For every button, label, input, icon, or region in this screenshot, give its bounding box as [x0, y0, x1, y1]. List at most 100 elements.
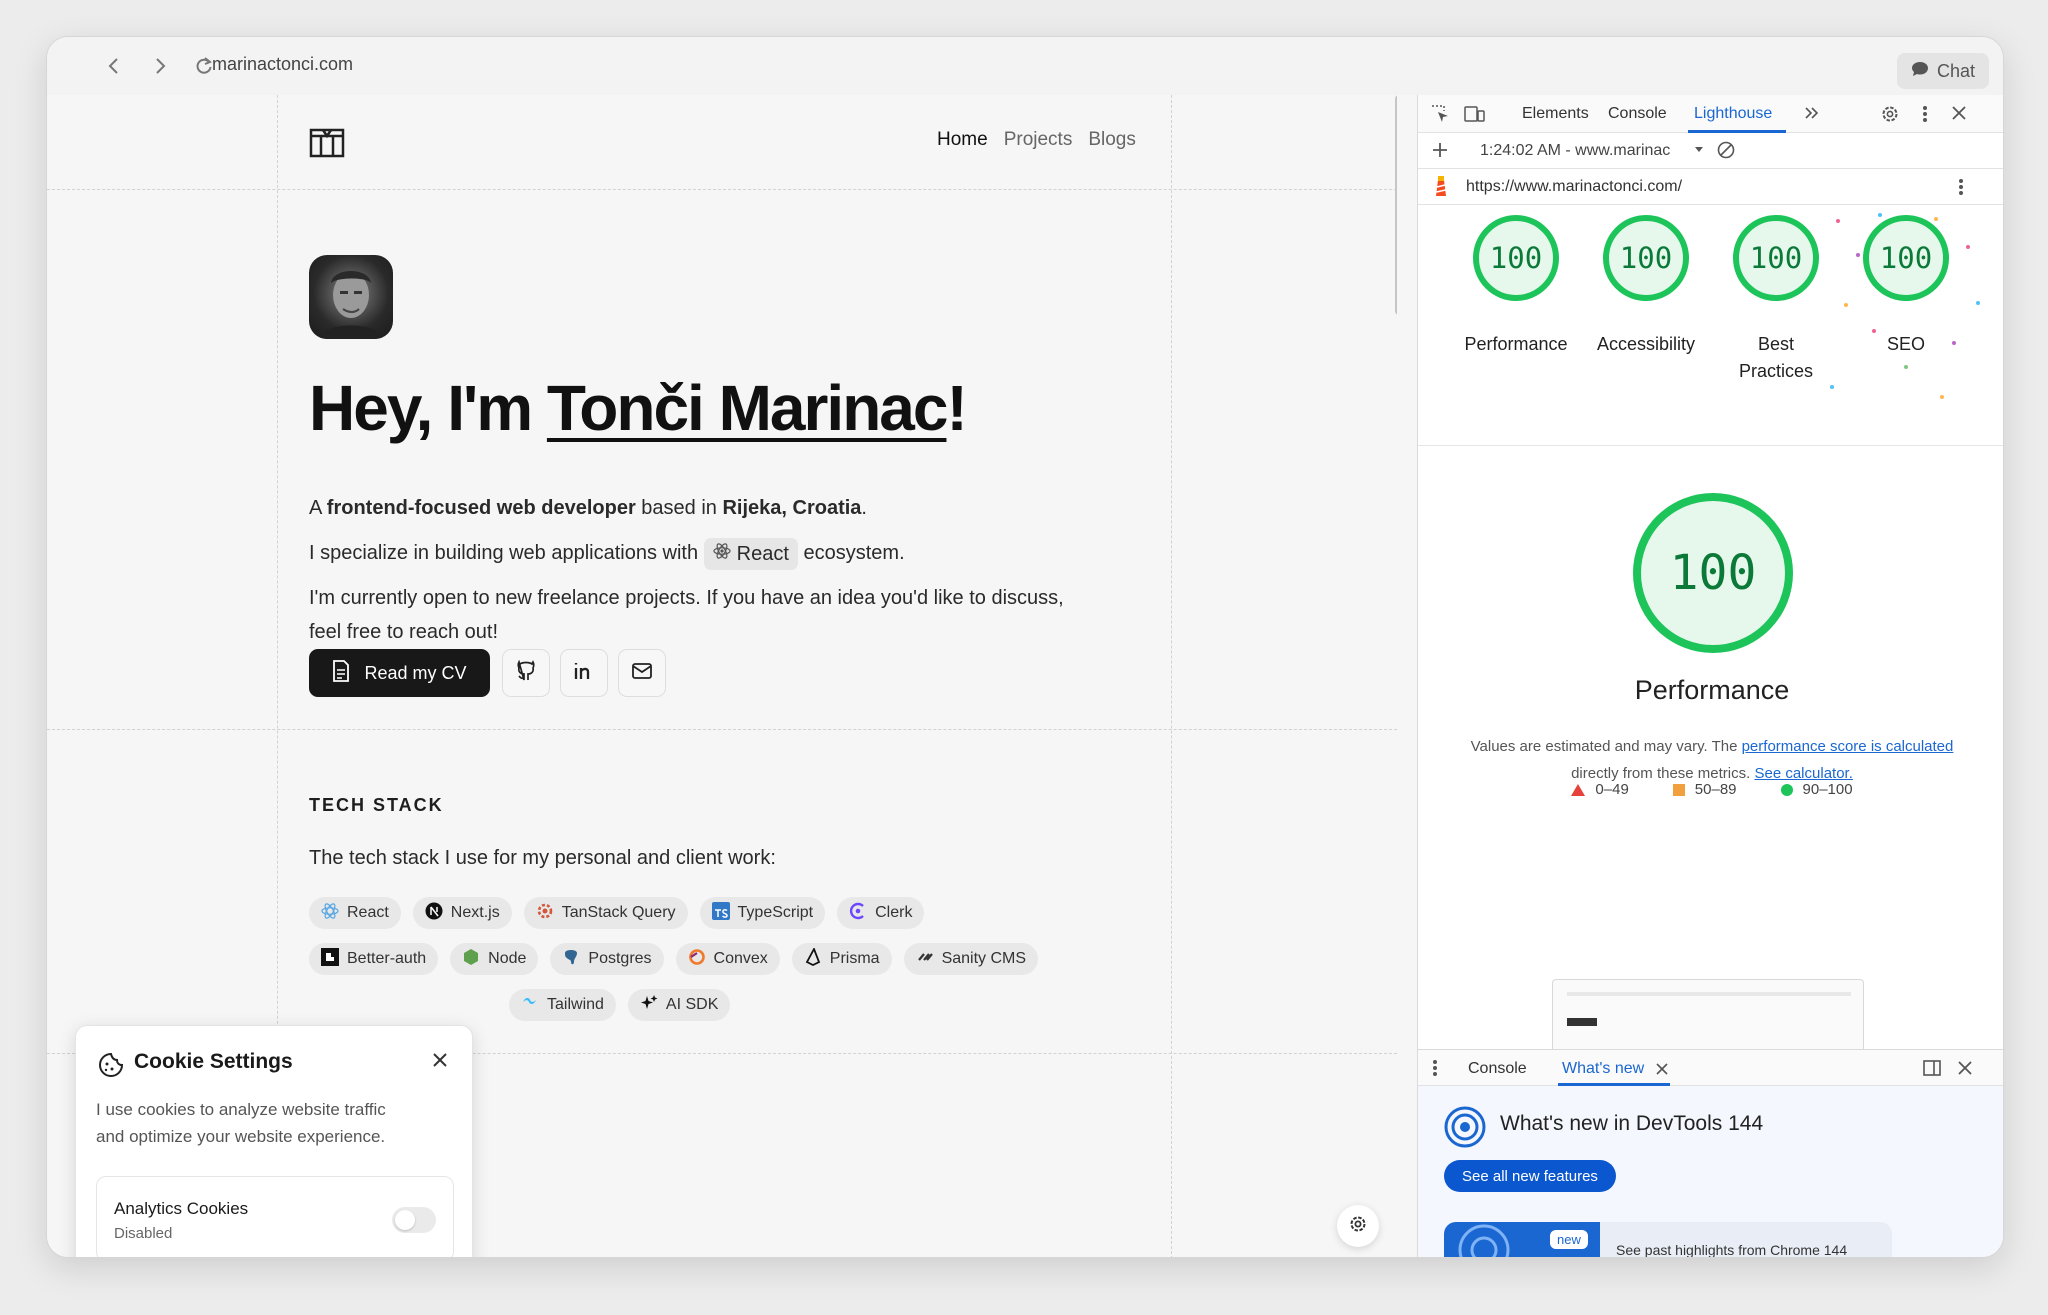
name-link[interactable]: Tonči Marinac — [547, 372, 949, 444]
new-badge: new — [1550, 1230, 1588, 1249]
dock-side-icon[interactable] — [1922, 1058, 1942, 1083]
react-atom-icon — [713, 537, 731, 571]
guide-line — [47, 729, 1397, 730]
tech-stack-heading: TECH STACK — [309, 795, 444, 815]
tab-elements[interactable]: Elements — [1522, 105, 1589, 123]
address-bar[interactable]: marinactonci.com — [212, 54, 353, 75]
divider — [1418, 445, 2003, 446]
tech-tag-sanity: Sanity CMS — [903, 943, 1039, 975]
tech-tag-nextjs: Next.js — [412, 897, 512, 929]
react-chip-label: React — [736, 542, 789, 565]
intro-paragraph: A frontend-focused web developer based i… — [309, 491, 867, 525]
prisma-icon — [804, 946, 822, 971]
analytics-state: Disabled — [114, 1225, 173, 1242]
page-screenshot-thumbnail[interactable] — [1552, 979, 1864, 1059]
nav-home[interactable]: Home — [937, 129, 988, 151]
forward-icon[interactable] — [145, 51, 175, 81]
close-icon[interactable] — [1656, 1062, 1668, 1080]
react-icon — [321, 902, 339, 925]
better-auth-icon — [321, 947, 339, 971]
report-selector[interactable]: 1:24:02 AM - www.marinac — [1480, 142, 1670, 160]
tech-tag-label: Convex — [713, 950, 768, 967]
legend-pass: 90–100 — [1780, 781, 1853, 798]
tech-tag-react: React — [309, 897, 401, 929]
page-scrollbar[interactable] — [1395, 95, 1397, 315]
drawer-tab-console[interactable]: Console — [1468, 1060, 1527, 1078]
chat-label: Chat — [1936, 60, 1975, 81]
analytics-cookie-option: Analytics Cookies Disabled — [96, 1176, 454, 1257]
site-logo-icon[interactable] — [309, 127, 345, 159]
chat-button[interactable]: Chat — [1896, 53, 1989, 89]
tech-tag-node: Node — [450, 943, 539, 975]
settings-button[interactable] — [1337, 1205, 1379, 1247]
square-icon — [1672, 783, 1685, 796]
tech-tag-label: TanStack Query — [561, 904, 676, 921]
linkedin-button[interactable] — [560, 649, 608, 697]
lighthouse-icon — [1432, 176, 1450, 203]
dropdown-caret-icon[interactable] — [1694, 142, 1704, 161]
back-icon[interactable] — [99, 51, 129, 81]
specialize-text: I specialize in building web application… — [309, 542, 704, 564]
score-gauge-seo[interactable]: 100 — [1863, 215, 1949, 301]
nav-blogs[interactable]: Blogs — [1088, 129, 1136, 151]
tech-tag-postgres: Postgres — [550, 943, 664, 975]
tech-tag-label: TypeScript — [737, 904, 814, 921]
more-tabs-icon[interactable] — [1804, 105, 1820, 126]
nav-projects[interactable]: Projects — [1004, 129, 1073, 151]
tech-tag-label: Tailwind — [547, 996, 604, 1013]
drawer-tab-whats-new[interactable]: What's new — [1562, 1060, 1644, 1078]
tech-tag-label: Clerk — [875, 904, 913, 921]
score-gauge-best-practices[interactable]: 100 — [1733, 215, 1819, 301]
tech-stack-intro: The tech stack I use for my personal and… — [309, 847, 776, 869]
postgres-icon — [562, 948, 580, 971]
performance-main-gauge: 100 — [1633, 493, 1793, 653]
performance-heading: Performance — [1634, 675, 1790, 705]
device-toolbar-icon[interactable] — [1464, 104, 1486, 129]
inspect-icon[interactable] — [1430, 104, 1450, 129]
guide-line — [47, 189, 1397, 190]
cookie-settings-dialog: Cookie Settings I use cookies to analyze… — [75, 1025, 473, 1257]
chrome-devtools-icon — [1444, 1106, 1486, 1153]
tab-console[interactable]: Console — [1608, 105, 1667, 123]
devtools-panel: Elements Console Lighthouse 1:24:02 AM -… — [1417, 95, 2003, 1257]
freelance-line-2: feel free to reach out! — [309, 621, 499, 643]
circle-icon — [1780, 783, 1793, 796]
plus-icon[interactable] — [1430, 140, 1450, 165]
note-text: directly from these metrics. — [1571, 765, 1755, 782]
tech-tag-ai-sdk: AI SDK — [627, 989, 731, 1021]
see-all-features-button[interactable]: See all new features — [1444, 1160, 1616, 1192]
chat-bubble-icon — [1911, 61, 1929, 82]
tailwind-icon — [521, 994, 539, 1017]
tab-lighthouse[interactable]: Lighthouse — [1694, 105, 1772, 123]
kebab-menu-icon[interactable] — [1958, 177, 1964, 202]
kebab-menu-icon[interactable] — [1432, 1058, 1438, 1083]
tech-tag-convex: Convex — [675, 943, 780, 975]
close-icon[interactable] — [1958, 1061, 1972, 1080]
gear-icon — [1348, 1214, 1368, 1239]
gear-icon[interactable] — [1880, 104, 1900, 129]
analytics-toggle[interactable] — [392, 1207, 436, 1233]
devtools-drawer: Console What's new What's new in DevTool… — [1418, 1049, 2003, 1257]
score-calculated-link[interactable]: performance score is calculated — [1742, 738, 1954, 755]
clear-icon[interactable] — [1716, 140, 1736, 165]
report-url: https://www.marinactonci.com/ — [1466, 178, 1683, 195]
tech-row-3: Tailwind AI SDK — [509, 989, 731, 1021]
tech-tag-label: Next.js — [450, 904, 500, 921]
kebab-menu-icon[interactable] — [1922, 104, 1928, 129]
see-calculator-link[interactable]: See calculator. — [1754, 765, 1852, 782]
github-button[interactable] — [502, 649, 550, 697]
node-icon — [462, 948, 480, 971]
close-icon[interactable] — [1952, 106, 1966, 125]
legend-pass-label: 90–100 — [1802, 781, 1853, 798]
email-button[interactable] — [618, 649, 666, 697]
score-gauge-performance[interactable]: 100 — [1473, 215, 1559, 301]
cookie-text-line: and optimize your website experience. — [96, 1127, 386, 1146]
specialize-paragraph: I specialize in building web application… — [309, 536, 905, 570]
read-cv-button[interactable]: Read my CV — [309, 649, 490, 697]
sparkles-icon — [640, 994, 658, 1017]
tech-tag-label: Node — [488, 950, 527, 967]
past-highlights-card[interactable]: new See past highlights from Chrome 144 — [1444, 1222, 1892, 1257]
close-icon[interactable] — [432, 1052, 448, 1073]
score-gauge-accessibility[interactable]: 100 — [1603, 215, 1689, 301]
intro-text: A — [309, 497, 327, 519]
